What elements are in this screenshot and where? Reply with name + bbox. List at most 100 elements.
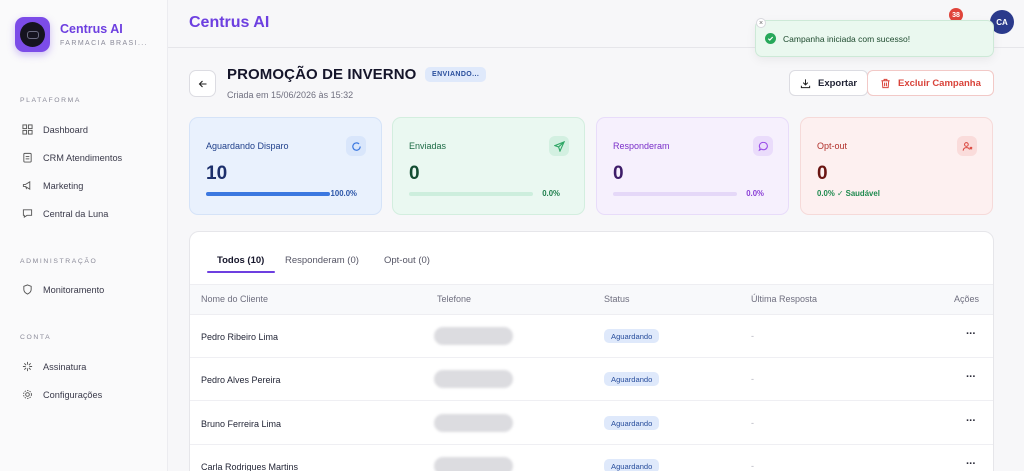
clipboard-icon: [23, 152, 32, 163]
sidebar-item-label: Central da Luna: [43, 208, 109, 219]
gear-icon: [23, 390, 32, 399]
export-label: Exportar: [818, 77, 858, 89]
phone-redacted: [434, 414, 513, 432]
column-header-actions: Ações: [954, 294, 980, 304]
sidebar-item-settings[interactable]: Configurações: [22, 389, 102, 400]
toast-notification: × Campanha iniciada com sucesso!: [755, 18, 994, 57]
table-row[interactable]: Carla Rodrigues Martins Aguardando - ···: [190, 445, 993, 471]
logo: [15, 17, 50, 52]
stat-percent: 0.0%: [746, 189, 764, 198]
progress-track: [409, 192, 533, 196]
stat-percent: 100.0%: [330, 189, 357, 198]
delete-campaign-button[interactable]: Excluir Campanha: [867, 70, 994, 96]
tab-all[interactable]: Todos (10): [217, 255, 264, 266]
check-circle-icon: [765, 33, 776, 44]
stat-label: Responderam: [613, 141, 670, 151]
status-badge: Aguardando: [604, 329, 660, 343]
more-actions-icon[interactable]: ···: [966, 415, 976, 427]
last-reply: -: [751, 374, 754, 384]
table-row[interactable]: Pedro Alves Pereira Aguardando - ···: [190, 358, 993, 401]
last-reply: -: [751, 461, 754, 471]
brand-name: Centrus AI: [60, 22, 123, 36]
stat-value: 0: [613, 163, 624, 184]
megaphone-icon: [22, 181, 31, 190]
section-label-platform: PLATAFORMA: [20, 97, 82, 104]
sidebar-item-subscription[interactable]: Assinatura: [22, 361, 86, 372]
last-reply: -: [751, 418, 754, 428]
client-name: Pedro Ribeiro Lima: [201, 332, 279, 342]
section-label-account: CONTA: [20, 334, 52, 341]
client-name: Pedro Alves Pereira: [201, 375, 281, 385]
table-header: Nome do Cliente Telefone Status Última R…: [190, 284, 993, 315]
download-icon: [800, 78, 811, 88]
stat-percent: 0.0%: [542, 189, 560, 198]
stat-value: 10: [206, 163, 228, 184]
stat-label: Aguardando Disparo: [206, 141, 289, 151]
client-name: Carla Rodrigues Martins: [201, 462, 299, 471]
export-button[interactable]: Exportar: [789, 70, 869, 96]
progress-track: [206, 192, 330, 196]
sidebar-item-marketing[interactable]: Marketing: [22, 180, 83, 191]
tab-optout[interactable]: Opt-out (0): [384, 255, 430, 266]
message-icon: [753, 136, 773, 156]
stat-value: 0: [409, 163, 420, 184]
close-icon[interactable]: ×: [756, 18, 766, 28]
send-icon: [549, 136, 569, 156]
app-title: Centrus AI: [189, 14, 270, 31]
sidebar-item-monitor[interactable]: Monitoramento: [22, 284, 104, 295]
table-row[interactable]: Pedro Ribeiro Lima Aguardando - ···: [190, 315, 993, 358]
shield-icon: [23, 284, 32, 295]
progress-track: [613, 192, 737, 196]
column-header-phone[interactable]: Telefone: [437, 294, 471, 304]
last-reply: -: [751, 331, 754, 341]
stat-label: Enviadas: [409, 141, 447, 151]
health-status: 0.0% ✓ Saudável: [817, 189, 880, 198]
sidebar-item-label: CRM Atendimentos: [43, 152, 123, 163]
brand[interactable]: Centrus AI FARMACIA BRASI...: [15, 17, 148, 52]
stat-card-sent: Enviadas 0 0.0%: [392, 117, 585, 215]
status-badge: Aguardando: [604, 459, 660, 471]
status-badge: Aguardando: [604, 416, 660, 430]
progress-fill: [206, 192, 330, 196]
trash-icon: [881, 78, 890, 88]
back-button[interactable]: [189, 70, 216, 97]
stat-card-replied: Responderam 0 0.0%: [596, 117, 789, 215]
created-date: Criada em 15/06/2026 às 15:32: [227, 90, 354, 100]
recipients-panel: Todos (10) Responderam (0) Opt-out (0) N…: [189, 231, 994, 471]
toast-message: Campanha iniciada com sucesso!: [783, 33, 911, 44]
sidebar-item-label: Assinatura: [43, 361, 87, 372]
stat-value: 0: [817, 163, 828, 184]
sidebar-item-crm[interactable]: CRM Atendimentos: [22, 152, 122, 163]
more-actions-icon[interactable]: ···: [966, 328, 976, 340]
brand-subtitle: FARMACIA BRASI...: [60, 40, 148, 47]
sidebar-item-dashboard[interactable]: Dashboard: [22, 124, 88, 135]
more-actions-icon[interactable]: ···: [966, 371, 976, 383]
phone-redacted: [434, 327, 513, 345]
arrow-left-icon: [198, 80, 206, 87]
sidebar-item-luna[interactable]: Central da Luna: [22, 208, 108, 219]
column-header-status[interactable]: Status: [604, 294, 630, 304]
logo-mark: [20, 22, 45, 47]
more-actions-icon[interactable]: ···: [966, 458, 976, 470]
column-header-last-reply[interactable]: Última Resposta: [751, 294, 817, 304]
user-remove-icon: [957, 136, 977, 156]
active-tab-indicator: [207, 271, 275, 273]
client-name: Bruno Ferreira Lima: [201, 419, 282, 429]
section-label-admin: ADMINISTRAÇÃO: [20, 258, 98, 265]
sidebar-item-label: Dashboard: [43, 124, 88, 135]
delete-label: Excluir Campanha: [898, 77, 981, 89]
column-header-name[interactable]: Nome do Cliente: [201, 294, 268, 304]
grid-icon: [22, 124, 33, 135]
sidebar-item-label: Monitoramento: [43, 284, 105, 295]
sparkle-icon: [22, 361, 33, 372]
table-row[interactable]: Bruno Ferreira Lima Aguardando - ···: [190, 402, 993, 445]
phone-redacted: [434, 370, 513, 388]
chat-icon: [22, 209, 33, 219]
tab-replied[interactable]: Responderam (0): [285, 255, 359, 266]
stat-label: Opt-out: [817, 141, 848, 151]
sidebar: Centrus AI FARMACIA BRASI... PLATAFORMA …: [0, 0, 168, 471]
stat-card-optout: Opt-out 0 0.0% ✓ Saudável: [800, 117, 993, 215]
status-badge: ENVIANDO...: [425, 67, 487, 82]
sidebar-item-label: Configurações: [43, 389, 103, 400]
stat-card-pending: Aguardando Disparo 10 100.0%: [189, 117, 382, 215]
